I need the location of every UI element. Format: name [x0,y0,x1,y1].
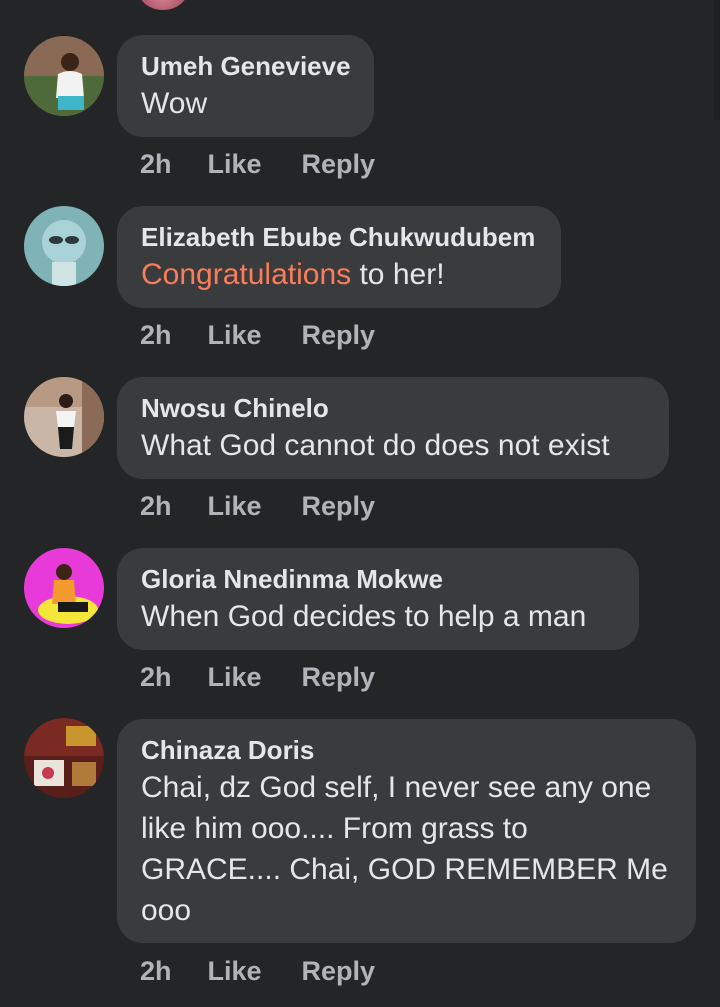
comment-bubble: Gloria Nnedinma Mokwe When God decides t… [117,548,639,650]
comment-text-rest: to her! [351,258,445,291]
comment-author[interactable]: Elizabeth Ebube Chukwudubem [141,222,537,252]
comment-author[interactable]: Nwosu Chinelo [141,393,645,423]
comment-bubble: Elizabeth Ebube Chukwudubem Congratulati… [117,206,561,308]
comment-bubble: Nwosu Chinelo What God cannot do does no… [117,377,669,479]
comment-time[interactable]: 2h [140,149,172,180]
comment-author[interactable]: Gloria Nnedinma Mokwe [141,564,615,594]
comment-bubble: Chinaza Doris Chai, dz God self, I never… [117,719,696,943]
avatar[interactable] [24,36,104,116]
comment-actions: 2h Like Reply [140,491,375,522]
reply-button[interactable]: Reply [302,149,376,180]
avatar[interactable] [24,548,104,628]
comment-time[interactable]: 2h [140,662,172,693]
comment-author[interactable]: Chinaza Doris [141,735,672,765]
like-button[interactable]: Like [208,149,262,180]
reply-button[interactable]: Reply [302,662,376,693]
avatar[interactable] [24,377,104,457]
reply-button[interactable]: Reply [302,320,376,351]
comment-actions: 2h Like Reply [140,320,375,351]
avatar[interactable] [24,206,104,286]
comment-time[interactable]: 2h [140,956,172,987]
comment-actions: 2h Like Reply [140,149,375,180]
comment-text: Congratulations to her! [141,254,537,295]
comment-actions: 2h Like Reply [140,956,375,987]
comment-text: When God decides to help a man [141,600,587,633]
comment-actions: 2h Like Reply [140,662,375,693]
comment-text: What God cannot do does not exist [141,429,610,462]
highlighted-word: Congratulations [141,258,352,291]
comment-bubble: Umeh Genevieve Wow [117,35,374,137]
comment-author[interactable]: Umeh Genevieve [141,51,351,81]
like-button[interactable]: Like [208,320,262,351]
reply-button[interactable]: Reply [302,491,376,522]
comments-page: Umeh Genevieve Wow 2h Like Reply Elizabeth… [0,0,720,1007]
comment-time[interactable]: 2h [140,491,172,522]
scrollbar[interactable] [714,0,720,120]
like-button[interactable]: Like [208,662,262,693]
like-button[interactable]: Like [208,491,262,522]
comment-text: Chai, dz God self, I never see any one l… [141,771,668,927]
partial-avatar [138,0,188,10]
like-button[interactable]: Like [208,956,262,987]
comment-time[interactable]: 2h [140,320,172,351]
reply-button[interactable]: Reply [302,956,376,987]
comment-text: Wow [141,87,208,120]
avatar[interactable] [24,718,104,798]
